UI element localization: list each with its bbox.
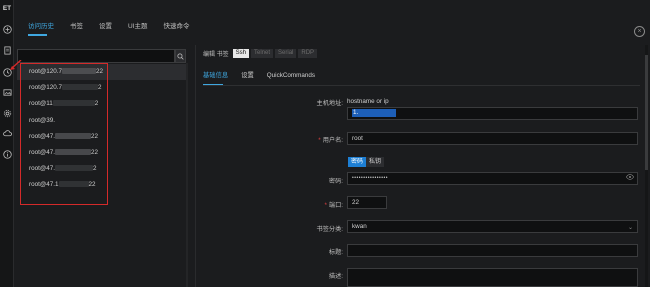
tab-bookmarks[interactable]: 书签 — [70, 22, 83, 36]
tab-quick-commands[interactable]: 快速命令 — [164, 22, 190, 36]
chevron-down-icon[interactable]: ⌄ — [628, 224, 633, 231]
host-field[interactable]: 1. — [347, 107, 638, 120]
tab-settings[interactable]: 设置 — [99, 22, 112, 36]
info-icon[interactable] — [2, 149, 12, 159]
host-label: 主机地址: — [316, 100, 343, 107]
cloud-icon[interactable] — [2, 128, 12, 138]
active-tab-indicator — [28, 34, 47, 36]
app-window: ET 访问历史 书签 设置 UI主题 快速命令 × root@120.7 22 … — [0, 0, 650, 287]
highlight-box — [20, 63, 108, 205]
tab-ui-theme[interactable]: UI主题 — [128, 22, 148, 36]
port-label: * 端口: — [324, 202, 343, 209]
icon-rail: ET — [0, 0, 14, 287]
search-input[interactable] — [17, 49, 175, 63]
auth-key-tab[interactable]: 私钥 — [366, 157, 385, 167]
description-field[interactable] — [347, 268, 638, 287]
password-field[interactable]: •••••••••••••••• — [347, 172, 638, 185]
list-scrollbar[interactable] — [186, 63, 188, 287]
top-nav: 访问历史 书签 设置 UI主题 快速命令 — [28, 22, 206, 36]
port-field[interactable]: 22 — [347, 196, 387, 209]
plus-icon[interactable] — [2, 24, 12, 34]
category-select[interactable]: kwan — [347, 220, 638, 233]
edit-bookmark-label: 编辑 书签 — [203, 51, 229, 58]
protocol-bar: 编辑 书签 Ssh Telnet Serial RDP — [203, 48, 318, 58]
tab-form-settings[interactable]: 设置 — [241, 72, 254, 80]
title-label: 标题: — [328, 249, 343, 256]
search-icon[interactable] — [175, 49, 186, 63]
protocol-ssh-button[interactable]: Ssh — [232, 48, 250, 58]
password-label: 密码: — [328, 178, 343, 185]
host-value: 1. — [352, 109, 396, 118]
app-logo: ET — [2, 4, 12, 12]
document-icon[interactable] — [2, 45, 12, 55]
username-label: * 用户名: — [318, 137, 343, 144]
title-field[interactable] — [347, 244, 638, 257]
auth-type-tabs: 密码 私钥 — [348, 157, 385, 167]
image-icon[interactable] — [2, 87, 12, 97]
protocol-rdp-button[interactable]: RDP — [298, 48, 318, 58]
panel-divider — [195, 45, 196, 287]
gear-icon[interactable] — [2, 108, 12, 118]
port-label-text: 端口: — [328, 202, 343, 209]
tab-quickcommands[interactable]: QuickCommands — [267, 72, 315, 80]
protocol-serial-button[interactable]: Serial — [275, 48, 297, 58]
form-scrollbar-thumb[interactable] — [645, 55, 648, 170]
eye-icon[interactable] — [626, 174, 634, 180]
protocol-telnet-button[interactable]: Telnet — [251, 48, 274, 58]
description-label: 描述: — [328, 273, 343, 280]
close-icon[interactable]: × — [634, 26, 645, 37]
username-field[interactable]: root — [347, 132, 638, 145]
subtab-divider — [203, 85, 640, 86]
host-hint: hostname or ip — [347, 98, 389, 105]
auth-password-tab[interactable]: 密码 — [348, 157, 367, 167]
red-arrow-icon — [10, 60, 22, 70]
tab-basic-info[interactable]: 基础信息 — [203, 72, 228, 80]
username-label-text: 用户名: — [322, 137, 343, 144]
category-label: 书签分类: — [316, 226, 343, 233]
form-tabs: 基础信息 设置 QuickCommands — [203, 72, 328, 80]
